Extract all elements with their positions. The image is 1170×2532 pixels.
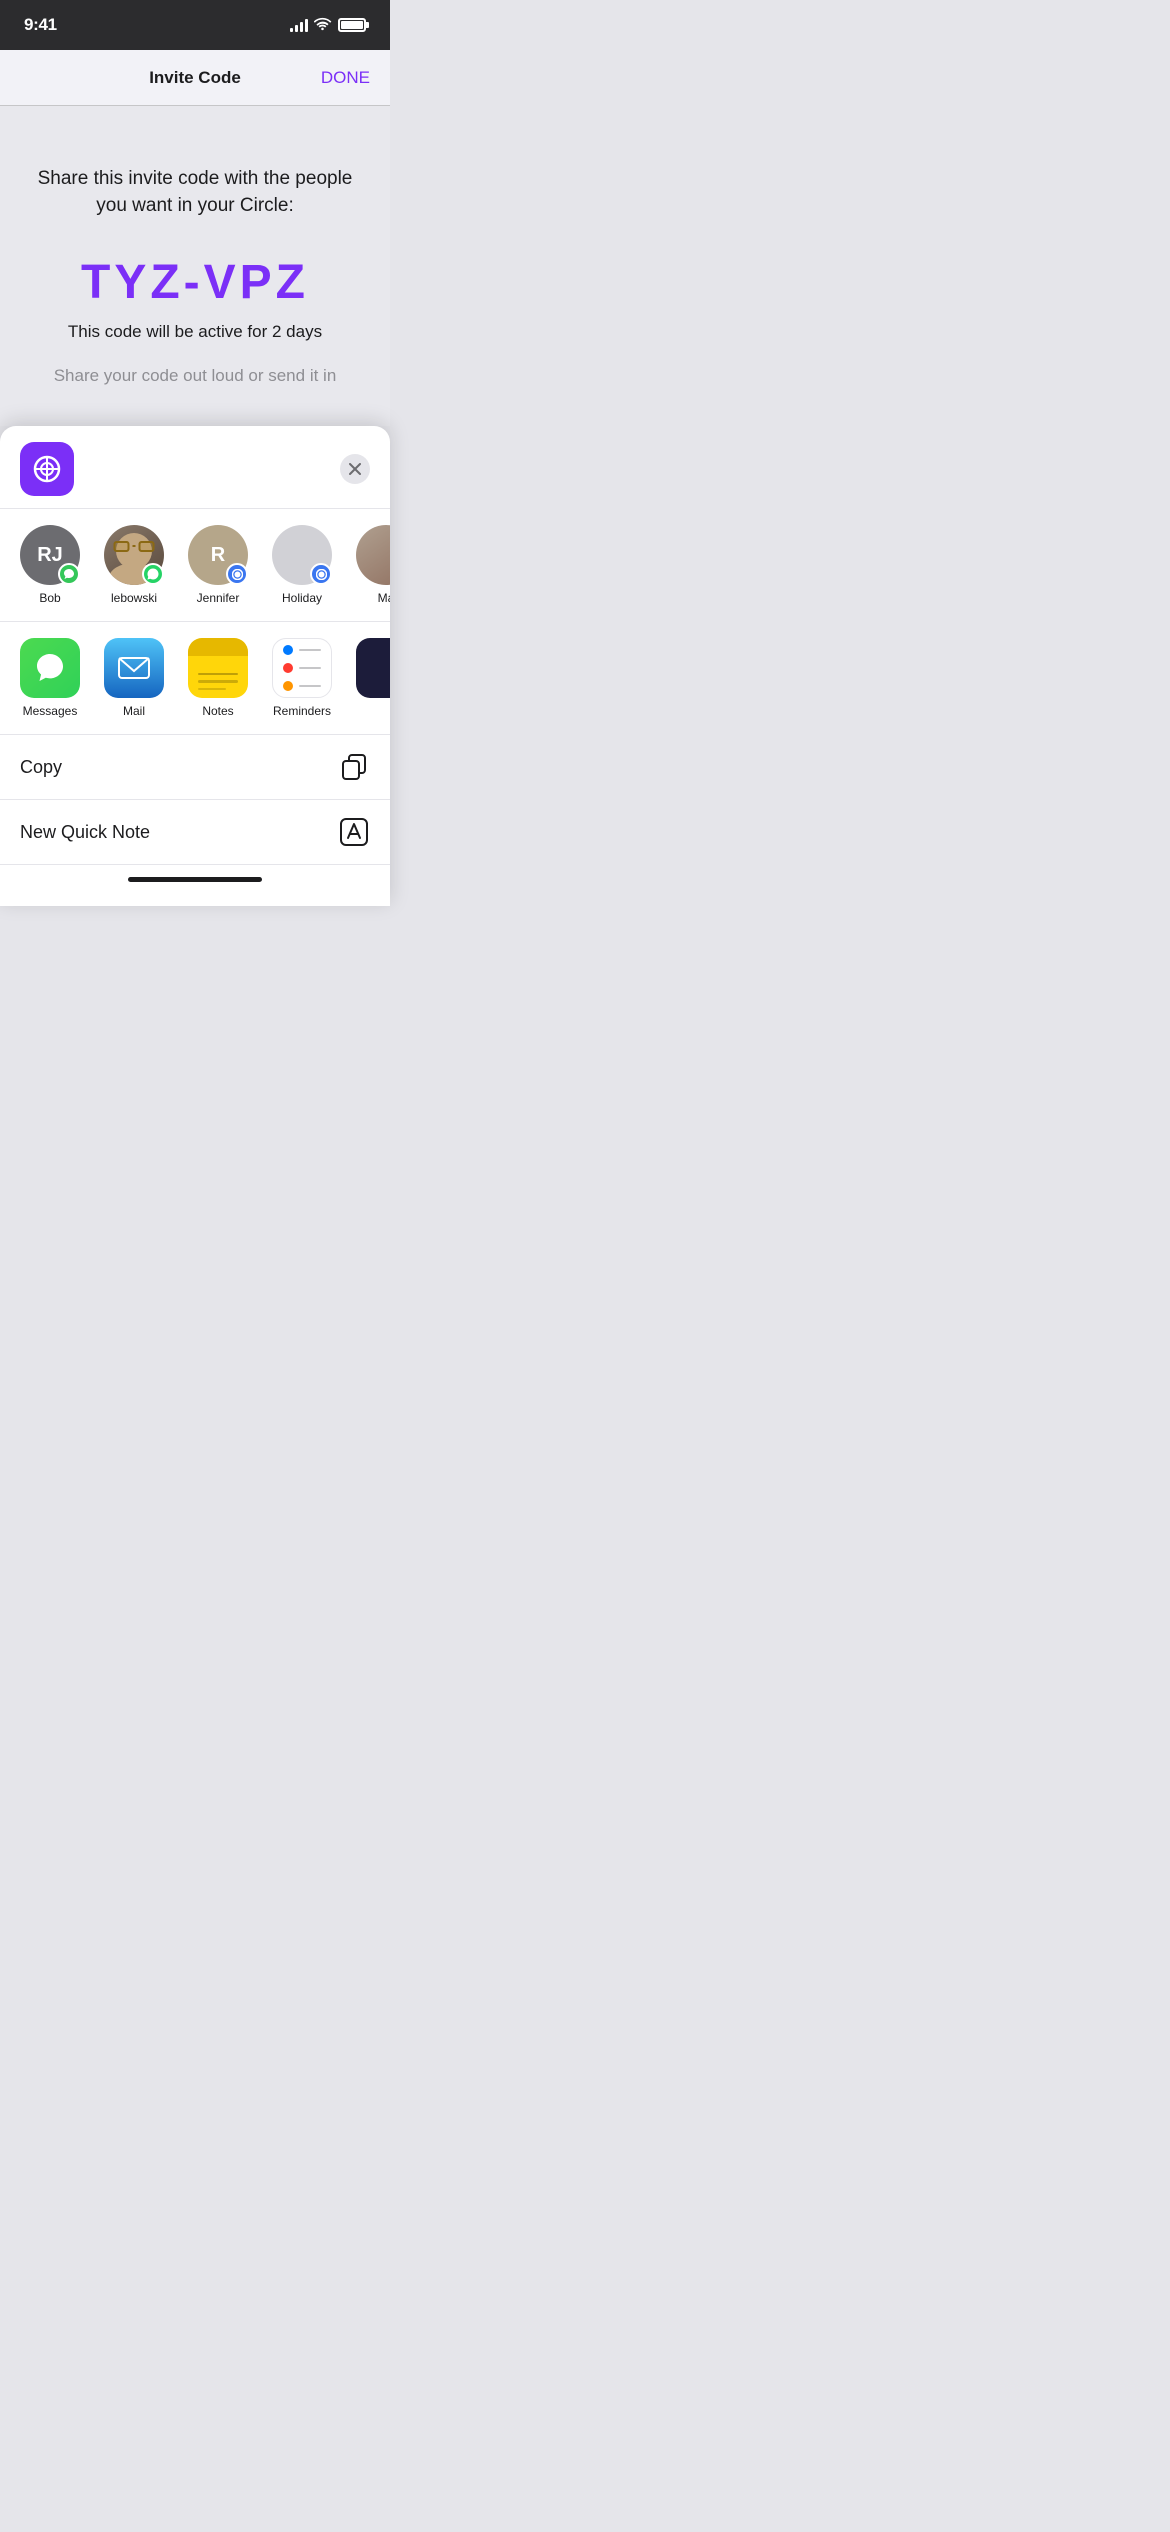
status-bar: 9:41 [0,0,390,50]
dot-orange [283,681,293,691]
messages-badge [58,563,80,585]
wifi-icon [314,17,332,34]
status-time: 9:41 [24,15,57,35]
invite-hint: Share your code out loud or send it in [32,366,358,386]
contact-avatar-ma [356,525,390,585]
app-name-notes: Notes [202,704,233,718]
apps-scroll: Messages Mail [16,638,390,718]
copy-icon [338,751,370,783]
home-indicator [0,865,390,906]
contact-bob[interactable]: RJ Bob [16,525,84,605]
contacts-scroll: RJ Bob [16,525,390,605]
contact-name-holiday: Holiday [282,591,322,605]
share-sheet: RJ Bob [0,426,390,906]
app-messages[interactable]: Messages [16,638,84,718]
close-button[interactable] [340,454,370,484]
nav-bar: Invite Code DONE [0,50,390,106]
contact-holiday[interactable]: Holiday [268,525,336,605]
background-screen: Invite Code DONE Share this invite code … [0,50,390,426]
app-notes[interactable]: Notes [184,638,252,718]
contact-avatar-bob: RJ [20,525,80,585]
battery-icon [338,18,366,32]
app-icon [20,442,74,496]
invite-content: Share this invite code with the people y… [0,106,390,426]
copy-label: Copy [20,757,62,778]
home-bar [128,877,262,882]
contact-name-jennifer: Jennifer [197,591,240,605]
app-name-messages: Messages [23,704,78,718]
dot-red [283,663,293,673]
app-reminders[interactable]: Reminders [268,638,336,718]
signal-badge-jennifer [226,563,248,585]
share-sheet-header [0,426,390,509]
notes-app-icon [188,638,248,698]
app-name-reminders: Reminders [273,704,331,718]
app-mail[interactable]: Mail [100,638,168,718]
whatsapp-badge [142,563,164,585]
contact-jennifer[interactable]: R Jennifer [184,525,252,605]
copy-action[interactable]: Copy [0,735,390,800]
contact-name-ma: Ma [378,591,390,605]
quick-note-icon [338,816,370,848]
status-icons [290,17,366,34]
nav-title: Invite Code [149,68,241,88]
new-quick-note-action[interactable]: New Quick Note [0,800,390,865]
app-name-mail: Mail [123,704,145,718]
signal-icon [290,18,308,32]
contact-ma[interactable]: Ma [352,525,390,605]
signal-badge-holiday [310,563,332,585]
quick-note-label: New Quick Note [20,822,150,843]
messages-app-icon [20,638,80,698]
invite-code: TYZ-VPZ [32,255,358,310]
contact-lebowski[interactable]: lebowski [100,525,168,605]
contact-name-lebowski: lebowski [111,591,157,605]
partial-app-icon [356,638,390,698]
mail-app-icon [104,638,164,698]
done-button[interactable]: DONE [321,68,370,88]
apps-section: Messages Mail [0,622,390,735]
contact-name-bob: Bob [39,591,60,605]
invite-description: Share this invite code with the people y… [32,166,358,219]
contacts-section: RJ Bob [0,509,390,622]
reminders-app-icon [272,638,332,698]
dot-blue [283,645,293,655]
invite-expiry: This code will be active for 2 days [32,322,358,342]
app-partial[interactable] [352,638,390,718]
